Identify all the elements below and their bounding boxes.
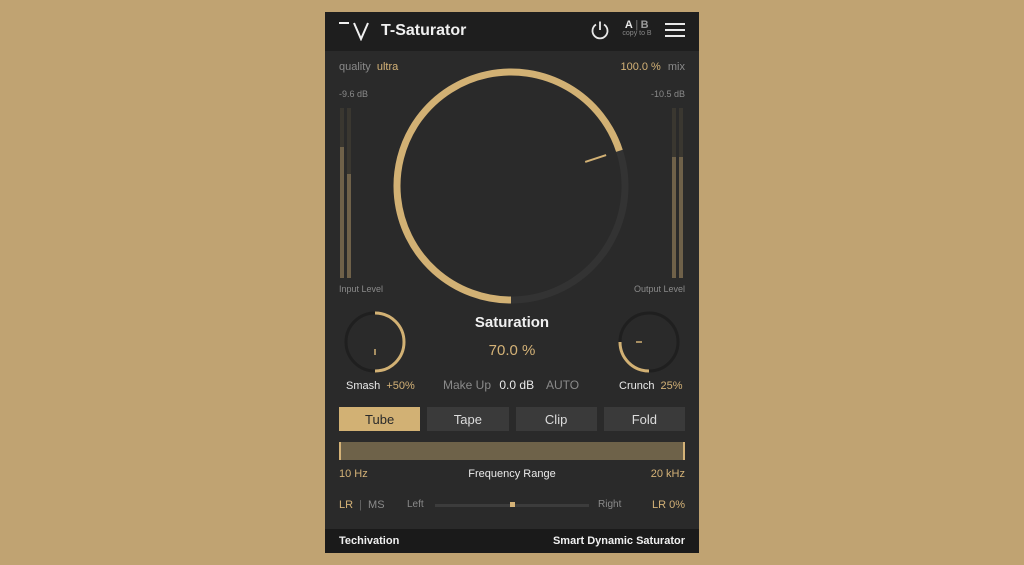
- frequency-range-slider[interactable]: [339, 442, 685, 460]
- pan-right-label: Right: [598, 499, 622, 510]
- crunch-knob-arc: [618, 341, 650, 373]
- hamburger-menu-icon[interactable]: [665, 22, 685, 38]
- mode-fold-button[interactable]: Fold: [603, 407, 685, 431]
- saturation-label: Saturation: [474, 314, 550, 331]
- power-icon[interactable]: [589, 19, 611, 41]
- smash-readout: Smash +50%: [346, 380, 415, 392]
- crunch-label: Crunch: [619, 380, 655, 392]
- copy-to-b-label: copy to B: [622, 30, 652, 37]
- frequency-low-value: 10 Hz: [339, 468, 368, 480]
- stereo-pan-value: LR 0%: [651, 499, 685, 511]
- crunch-knob[interactable]: [616, 309, 682, 375]
- mode-clip-button[interactable]: Clip: [515, 407, 597, 431]
- lr-ms-separator: |: [359, 499, 362, 511]
- output-db-readout: -10.5 dB: [650, 89, 685, 99]
- smash-knob[interactable]: [342, 309, 408, 375]
- stereo-mode-toggle[interactable]: LR | MS: [339, 499, 385, 511]
- makeup-value: 0.0 dB: [499, 378, 535, 392]
- quality-label: quality: [339, 61, 371, 73]
- output-level-label: Output Level: [633, 284, 685, 294]
- crunch-readout: Crunch 25%: [619, 380, 683, 392]
- frequency-range-label: Frequency Range: [468, 468, 556, 480]
- saturation-knob[interactable]: [391, 66, 631, 306]
- output-level-meter: [672, 108, 684, 278]
- smash-label: Smash: [346, 380, 381, 392]
- ms-option[interactable]: MS: [368, 499, 385, 511]
- brand-name: Techivation: [339, 535, 400, 547]
- plugin-title: T-Saturator: [381, 22, 467, 39]
- input-db-readout: -9.6 dB: [339, 89, 369, 99]
- input-meter-right-fill: [347, 174, 351, 278]
- frequency-high-value: 20 kHz: [650, 468, 685, 480]
- saturation-knob-arc: [393, 68, 623, 304]
- input-level-meter: [340, 108, 352, 278]
- plugin-window: T-Saturator A | B copy to B quality ultra …: [325, 12, 699, 553]
- makeup-label: Make Up: [443, 378, 492, 392]
- mix-label: mix: [667, 61, 685, 73]
- mode-tube-button[interactable]: Tube: [339, 407, 421, 431]
- makeup-auto-button[interactable]: AUTO: [546, 378, 579, 392]
- saturation-knob-indicator: [584, 154, 607, 163]
- crunch-value: 25%: [660, 380, 683, 392]
- input-level-label: Input Level: [339, 284, 384, 294]
- saturation-value: 70.0 %: [488, 342, 536, 359]
- ab-compare-button[interactable]: A | B copy to B: [621, 19, 653, 37]
- makeup-control[interactable]: Make Up 0.0 dB: [443, 378, 534, 392]
- frequency-low-handle[interactable]: [339, 442, 341, 460]
- footer-bar: Techivation Smart Dynamic Saturator: [325, 529, 699, 553]
- pan-left-label: Left: [407, 499, 424, 510]
- techivation-logo-icon: [339, 22, 369, 41]
- saturation-mode-tabs: Tube Tape Clip Fold: [339, 407, 685, 431]
- mode-tape-button[interactable]: Tape: [427, 407, 509, 431]
- header-bar: T-Saturator A | B copy to B: [325, 12, 699, 51]
- smash-value: +50%: [386, 380, 415, 392]
- quality-selector[interactable]: quality ultra: [339, 61, 398, 73]
- output-meter-right-fill: [679, 157, 683, 278]
- stereo-pan-thumb[interactable]: [509, 502, 515, 507]
- input-meter-left-fill: [340, 147, 344, 278]
- product-tagline: Smart Dynamic Saturator: [552, 535, 685, 547]
- output-meter-left-fill: [672, 157, 676, 278]
- frequency-high-handle[interactable]: [683, 442, 685, 460]
- lr-option[interactable]: LR: [339, 499, 353, 511]
- smash-knob-arc: [374, 311, 406, 373]
